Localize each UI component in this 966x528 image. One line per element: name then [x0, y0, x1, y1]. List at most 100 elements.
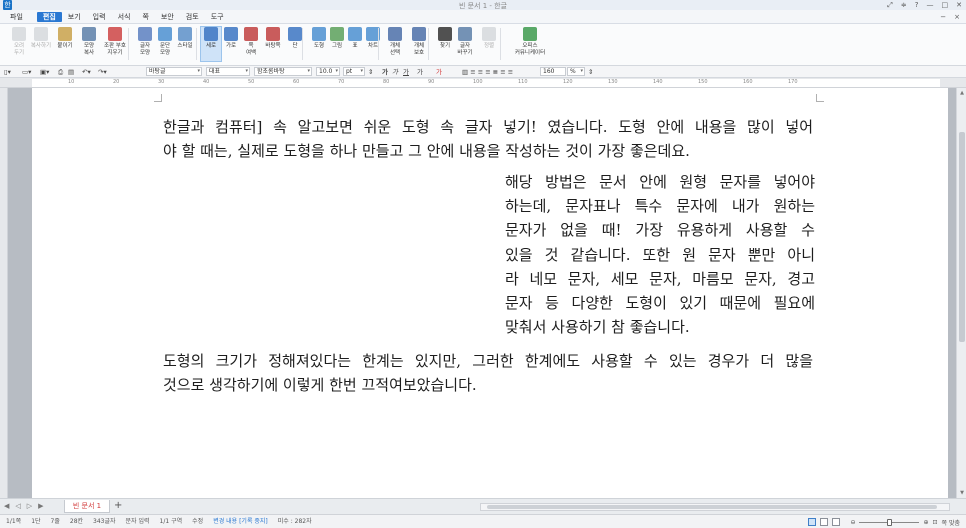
ribbon-button-cut[interactable]: 오려 두기 — [8, 27, 30, 56]
ruler-tick-label: 50 — [248, 79, 255, 85]
size-stepper-icon[interactable]: ⇕ — [368, 68, 373, 76]
font-size-input[interactable]: 10.0 ▾ — [316, 67, 340, 76]
font-select[interactable]: 함초롬바탕 ▾ — [254, 67, 312, 76]
menu-tools[interactable]: 도구 — [205, 10, 230, 24]
zoom-label[interactable]: 쪽 맞춤 — [942, 518, 960, 527]
menu-security[interactable]: 보안 — [155, 10, 180, 24]
paragraph-2: 해당 방법은 문서 안에 원형 문자를 넣어야 하는데, 문자표나 특수 문자에… — [505, 170, 815, 339]
strike-button[interactable]: 가 — [417, 68, 423, 76]
help-menu-icon[interactable]: ≑ — [901, 0, 907, 10]
menu-review[interactable]: 검토 — [180, 10, 205, 24]
ribbon-button-replace[interactable]: 글자 바꾸기 — [454, 27, 476, 56]
menu-format[interactable]: 서식 — [112, 10, 137, 24]
status-item[interactable]: 28칸 — [70, 515, 83, 528]
ribbon-button-format-painter[interactable]: 모양 복사 — [78, 27, 100, 56]
status-item[interactable]: 문자 입력 — [126, 515, 150, 528]
status-item[interactable]: 1/1 구역 — [160, 515, 183, 528]
next-tab-icon[interactable]: ▷ — [27, 502, 32, 510]
status-item[interactable]: 수정 — [192, 515, 203, 528]
status-item[interactable]: 343글자 — [93, 515, 116, 528]
ribbon-button-copy[interactable]: 복사하기 — [30, 27, 52, 50]
view-outline-button[interactable] — [832, 518, 841, 526]
preview-icon[interactable]: ▤ — [68, 68, 74, 76]
print-icon[interactable]: ⎙ — [58, 68, 63, 76]
tab-document-1[interactable]: 빈 문서 1 — [64, 500, 110, 513]
menu-insert[interactable]: 입력 — [87, 10, 112, 24]
prev-tab-icon[interactable]: ◁ — [15, 502, 20, 510]
ribbon-button-landscape[interactable]: 가로 — [220, 27, 242, 50]
fullscreen-icon[interactable]: ⤢ — [887, 0, 893, 10]
view-normal-button[interactable] — [808, 518, 817, 526]
menu-view[interactable]: 보기 — [62, 10, 87, 24]
menu-file[interactable]: 파일 — [4, 10, 37, 24]
document-page[interactable]: 한글과 컴퓨터] 속 알고보면 쉬운 도형 속 글자 넣기! 였습니다. 도형 … — [32, 88, 948, 498]
ribbon-button-para-shape[interactable]: 문단 모양 — [154, 27, 176, 56]
ruler-tick-label: 160 — [743, 79, 753, 85]
zoom-stepper-icon[interactable]: ⇕ — [588, 68, 593, 76]
save-icon[interactable]: ▣▾ — [40, 68, 49, 76]
zoom-input[interactable]: 160 — [540, 67, 566, 76]
underline-button[interactable]: 가 — [403, 68, 409, 76]
language-select[interactable]: 대표 ▾ — [206, 67, 250, 76]
status-item[interactable]: 1단 — [31, 515, 40, 528]
picture-icon — [330, 27, 344, 41]
zoom-slider[interactable] — [859, 518, 920, 526]
ribbon-button-find[interactable]: 찾기 — [434, 27, 456, 50]
zoom-out-icon[interactable]: ⊖ — [850, 519, 855, 526]
ribbon-button-char-shape[interactable]: 글자 모양 — [134, 27, 156, 56]
replace-icon — [458, 27, 472, 41]
track-changes-status[interactable]: 변경 내용 [기록 중지] — [213, 515, 268, 528]
ribbon-collapse-button[interactable]: − — [940, 10, 946, 24]
status-item[interactable]: 7줄 — [51, 515, 60, 528]
ribbon-button-margin[interactable]: 쪽 여백 — [240, 27, 262, 56]
undo-icon[interactable]: ↶▾ — [82, 68, 91, 76]
ribbon-button-office-communicator[interactable]: 오피스 커뮤니케이터 — [510, 27, 550, 56]
font-unit-select[interactable]: pt ▾ — [343, 67, 365, 76]
redo-icon[interactable]: ↷▾ — [98, 68, 107, 76]
italic-button[interactable]: 가 — [392, 68, 398, 76]
ribbon-button-select-object[interactable]: 개체 선택 — [384, 27, 406, 56]
align-icons[interactable]: ▥ ≡ ≡ ≡ ≣ ≡ ≡ — [462, 68, 513, 76]
status-item[interactable]: 1/1쪽 — [6, 515, 21, 528]
ribbon-button-label: 글자 바꾸기 — [457, 43, 473, 56]
ribbon-button-chart[interactable]: 차트 — [362, 27, 384, 50]
protect-object-icon — [412, 27, 426, 41]
zoom-in-icon[interactable]: ⊕ — [923, 519, 928, 526]
scroll-down-icon[interactable]: ▼ — [957, 490, 966, 496]
menu-page[interactable]: 쪽 — [136, 10, 154, 24]
zoom-slider-knob[interactable] — [887, 518, 893, 526]
open-document-icon[interactable]: ▭▾ — [22, 68, 31, 76]
ribbon-button-style[interactable]: 스타일 — [174, 27, 196, 50]
last-tab-icon[interactable]: ▶ — [38, 502, 43, 510]
new-document-icon[interactable]: ▯▾ — [4, 68, 11, 76]
fit-page-icon[interactable]: ⊡ — [933, 519, 938, 526]
char-shape-icon — [138, 27, 152, 41]
minimize-button[interactable]: — — [927, 0, 934, 10]
ruler-tick-label: 40 — [203, 79, 210, 85]
first-tab-icon[interactable]: ◀ — [4, 502, 9, 510]
ruler-tick-label: 60 — [293, 79, 300, 85]
text-line: 맞춰서 사용하기 참 좋습니다. — [505, 318, 690, 337]
maximize-button[interactable]: □ — [942, 0, 949, 10]
ribbon-button-master-page[interactable]: 바탕쪽 — [262, 27, 284, 50]
ribbon-button-sort[interactable]: 정렬 — [478, 27, 500, 50]
scroll-up-icon[interactable]: ▲ — [957, 90, 966, 96]
horizontal-scroll-thumb[interactable] — [487, 505, 937, 509]
ribbon-button-portrait[interactable]: 세로 — [200, 26, 222, 62]
style-select[interactable]: 바탕글 ▾ — [146, 67, 202, 76]
add-tab-button[interactable]: + — [114, 500, 122, 512]
ribbon-button-protect-object[interactable]: 개체 보호 — [408, 27, 430, 56]
vertical-scrollbar[interactable]: ▲ ▼ — [956, 88, 966, 498]
view-web-button[interactable] — [820, 518, 829, 526]
menu-edit[interactable]: 편집 — [36, 11, 62, 22]
ribbon-button-paste[interactable]: 붙이기 — [54, 27, 76, 50]
zoom-unit-select[interactable]: % ▾ — [567, 67, 585, 76]
font-color-button[interactable]: 가 — [436, 68, 442, 76]
horizontal-scrollbar[interactable] — [480, 503, 950, 511]
bold-button[interactable]: 가 — [382, 68, 388, 76]
ribbon-button-clear-markup[interactable]: 조판 부호 지우기 — [104, 27, 126, 56]
scroll-thumb[interactable] — [959, 132, 965, 342]
close-button[interactable]: ✕ — [956, 0, 962, 10]
help-icon[interactable]: ? — [915, 0, 919, 10]
document-close-button[interactable]: × — [954, 10, 960, 24]
